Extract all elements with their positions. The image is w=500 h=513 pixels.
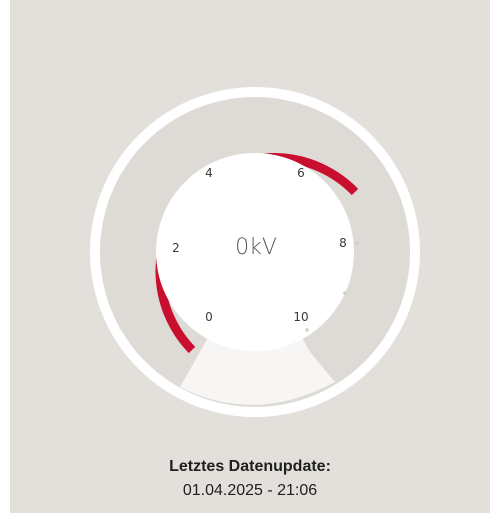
voltage-gauge: 0 2 4 6 8 10 0kV: [90, 87, 420, 417]
last-update-title: Letztes Datenupdate:: [169, 458, 331, 475]
tick-label-10: 10: [293, 310, 308, 324]
tick-dot-8: [355, 241, 359, 245]
tick-label-8: 8: [339, 236, 347, 250]
tick-label-6: 6: [297, 166, 305, 180]
gauge-panel: 0 2 4 6 8 10 0kV Letztes Datenupdate: 01…: [10, 0, 490, 513]
tick-dot-9: [343, 291, 347, 295]
tick-label-0: 0: [205, 310, 213, 324]
tick-label-4: 4: [205, 166, 213, 180]
tick-label-2: 2: [172, 241, 180, 255]
tick-dot-10: [305, 328, 309, 332]
last-update-timestamp: 01.04.2025 - 21:06: [182, 482, 318, 499]
gauge-value: 0kV: [235, 235, 277, 260]
